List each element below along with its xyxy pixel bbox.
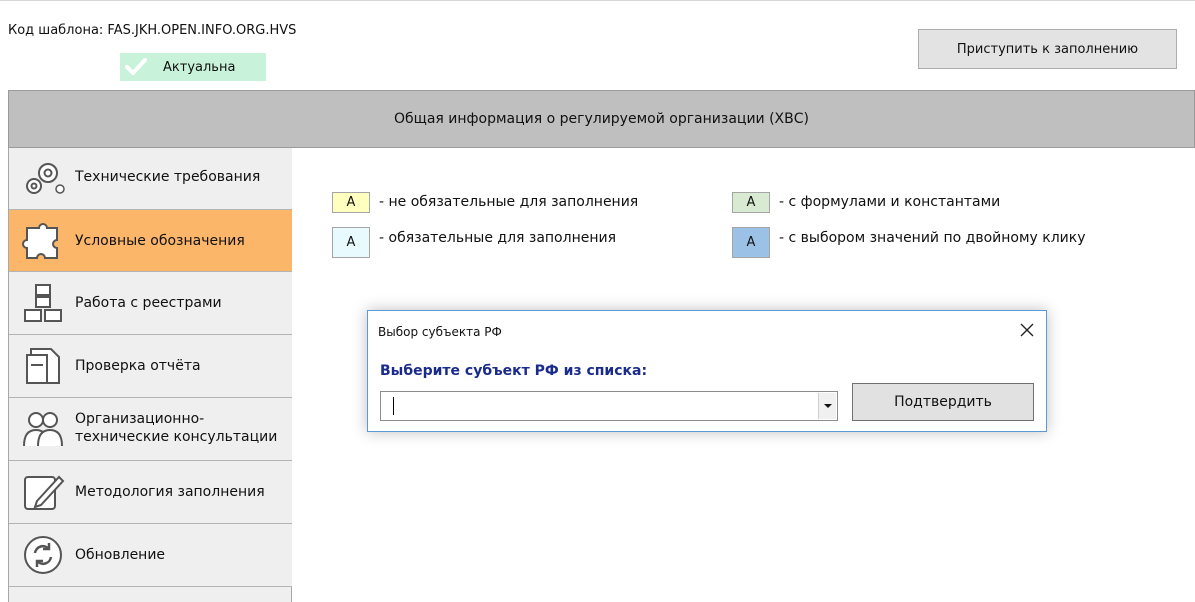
legend-cell-formulas: A <box>732 192 770 213</box>
legend-text-optional: - не обязательные для заполнения <box>379 194 639 210</box>
sidebar-item-label: Обновление <box>75 547 166 563</box>
sidebar-item-legend[interactable]: Условные обозначения <box>9 210 292 272</box>
section-title: Общая информация о регулируемой организа… <box>393 111 809 127</box>
sidebar-item-label-line2: технические консультации <box>75 429 278 445</box>
sidebar-item-methodology[interactable]: Методология заполнения <box>9 461 292 524</box>
region-select-dialog: Выбор субъекта РФ Выберите субъект РФ из… <box>367 310 1047 432</box>
legend-text-formulas: - с формулами и константами <box>779 194 1001 210</box>
legend-text-dblclick: - с выбором значений по двойному клику <box>779 230 1086 246</box>
puzzle-icon <box>17 217 69 265</box>
dialog-title: Выбор субъекта РФ <box>378 325 502 339</box>
sidebar-item-update[interactable]: Обновление <box>9 524 292 587</box>
status-badge: Актуальна <box>120 53 266 81</box>
template-code: Код шаблона: FAS.JKH.OPEN.INFO.ORG.HVS <box>8 23 297 38</box>
gears-icon <box>17 155 69 203</box>
sidebar-item-report-check[interactable]: Проверка отчёта <box>9 335 292 398</box>
sidebar-item-tech-requirements[interactable]: Технические требования <box>9 148 292 210</box>
section-header: Общая информация о регулируемой организа… <box>8 90 1195 148</box>
sidebar-item-registries[interactable]: Работа с реестрами <box>9 272 292 335</box>
legend-text-required: - обязательные для заполнения <box>379 230 617 246</box>
status-label: Актуальна <box>163 59 236 75</box>
close-icon[interactable] <box>1016 319 1038 341</box>
legend-cell-optional: A <box>332 192 370 213</box>
confirm-button[interactable]: Подтвердить <box>852 383 1034 421</box>
dialog-prompt: Выберите субъект РФ из списка: <box>380 363 648 379</box>
people-icon <box>17 405 69 453</box>
chevron-down-icon <box>823 404 832 408</box>
sidebar-item-label-line1: Организационно- <box>75 411 205 427</box>
region-combobox[interactable] <box>380 391 838 421</box>
legend-cell-dblclick: A <box>732 227 770 258</box>
sidebar-item-consultations[interactable]: Организационно- технические консультации <box>9 398 292 461</box>
start-filling-button[interactable]: Приступить к заполнению <box>918 29 1177 69</box>
dropdown-button[interactable] <box>818 393 836 419</box>
sidebar-item-label: Проверка отчёта <box>75 358 201 374</box>
pencil-icon <box>17 468 69 516</box>
sidebar-item-label: Технические требования <box>75 169 261 185</box>
text-caret <box>393 397 394 415</box>
sidebar-item-label: Методология заполнения <box>75 484 265 500</box>
legend-cell-required: A <box>332 227 370 258</box>
sidebar-item-label: Работа с реестрами <box>75 295 222 311</box>
sidebar-item-label: Условные обозначения <box>75 233 245 249</box>
top-area: Код шаблона: FAS.JKH.OPEN.INFO.ORG.HVS А… <box>0 0 1195 90</box>
sidebar-item-label-multiline: Организационно- технические консультации <box>75 410 277 446</box>
check-icon <box>125 58 147 75</box>
sidebar: Технические требования Условные обозначе… <box>8 148 292 602</box>
registry-icon <box>17 279 69 327</box>
document-check-icon <box>17 342 69 390</box>
refresh-icon <box>17 531 69 579</box>
